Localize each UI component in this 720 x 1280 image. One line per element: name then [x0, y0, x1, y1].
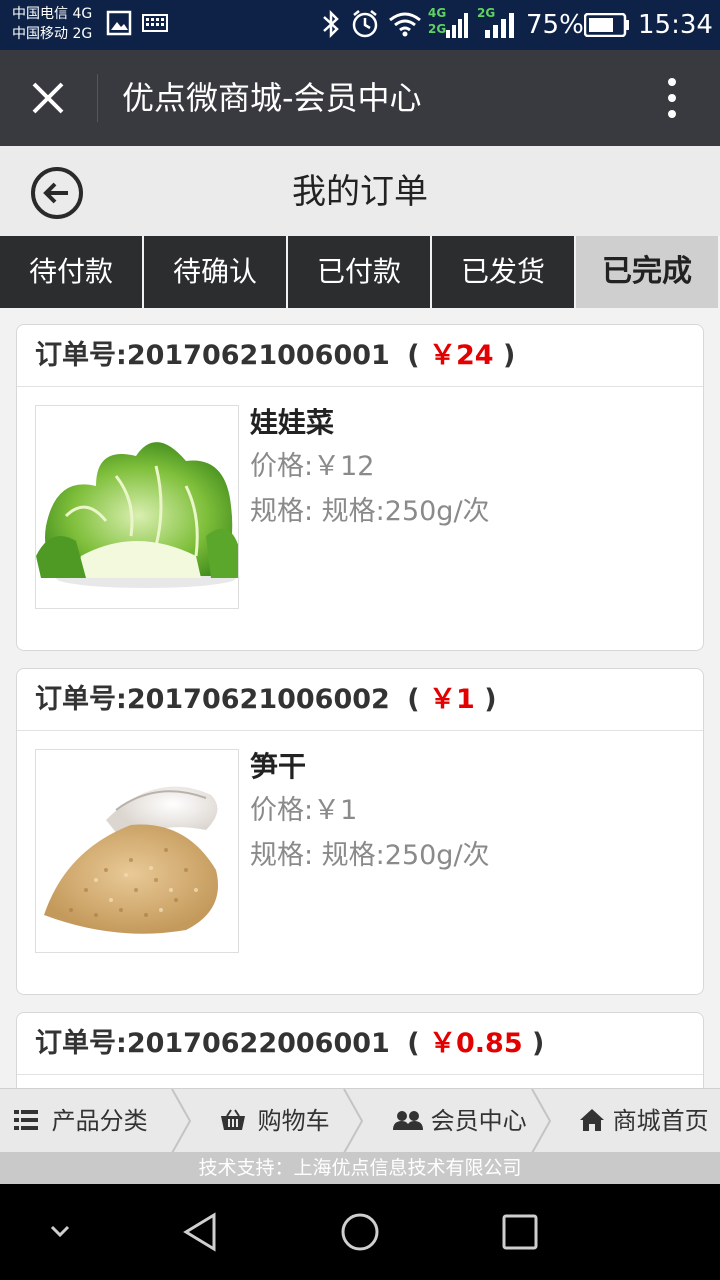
nav-label: 商城首页 [612, 1107, 709, 1135]
footer-credit: 技术支持：上海优点信息技术有限公司 [0, 1152, 720, 1184]
close-icon [24, 82, 72, 126]
item-price: 价格:￥1 [250, 795, 358, 826]
clock: 15:34 [638, 10, 713, 40]
paren-open: ( [407, 684, 420, 715]
paren-close: ) [532, 1028, 545, 1059]
net-2g-a: 2G [428, 22, 447, 36]
nav-separator [531, 1089, 552, 1153]
bottom-nav: 产品分类 购物车 会员中心 商城首页 [0, 1088, 720, 1153]
order-total: ￥24 [428, 340, 494, 371]
signal-icon [446, 12, 468, 42]
carrier-2: 中国移动 2G [12, 26, 93, 42]
order-total: ￥0.85 [428, 1028, 523, 1059]
order-card[interactable]: 订单号:20170621006002 ( ￥1 ) 笋干 价格:￥1 规格: 规… [16, 668, 704, 995]
net-4g: 4G [428, 6, 447, 20]
order-number-label: 订单号: [35, 684, 127, 715]
status-bar: 中国电信 4G 中国移动 2G 4G 2G 2G 75% 15:34 [0, 0, 720, 50]
page-title: 我的订单 [292, 172, 428, 212]
recents-nav-icon[interactable] [502, 1214, 538, 1254]
battery-percent: 75% [526, 10, 584, 40]
back-button[interactable] [30, 166, 84, 220]
image-icon [106, 10, 132, 40]
item-spec: 规格: 规格:250g/次 [250, 840, 490, 871]
order-header: 订单号:20170622006001 ( ￥0.85 ) [17, 1013, 703, 1075]
window-title: 优点微商城-会员中心 [122, 79, 422, 117]
nav-separator [343, 1089, 364, 1153]
battery-icon [583, 12, 630, 41]
order-card[interactable]: 订单号:20170621006001 ( ￥24 ) 娃娃菜 价格:￥12 规格… [16, 324, 704, 651]
tab-pending-payment[interactable]: 待付款 [0, 236, 142, 308]
order-header: 订单号:20170621006002 ( ￥1 ) [17, 669, 703, 731]
paren-close: ) [484, 684, 497, 715]
item-name[interactable]: 娃娃菜 [250, 405, 334, 441]
back-nav-icon[interactable] [182, 1212, 218, 1256]
home-icon [579, 1107, 613, 1135]
order-number: 20170622006001 [126, 1028, 390, 1059]
tab-paid[interactable]: 已付款 [288, 236, 430, 308]
dried-bamboo-shoot-image[interactable] [35, 749, 239, 953]
tab-completed[interactable]: 已完成 [576, 236, 718, 308]
tab-pending-confirm[interactable]: 待确认 [144, 236, 286, 308]
users-icon [393, 1107, 431, 1135]
order-number: 20170621006001 [126, 340, 390, 371]
signal-icon-2 [485, 12, 515, 42]
baby-cabbage-image[interactable] [35, 405, 239, 609]
item-price: 价格:￥12 [250, 451, 375, 482]
carrier-1: 中国电信 4G [12, 6, 93, 22]
page-header: 我的订单 [0, 146, 720, 236]
close-button[interactable] [24, 74, 72, 122]
carrier-info: 中国电信 4G 中国移动 2G [12, 4, 92, 44]
paren-open: ( [407, 340, 420, 371]
nav-label: 会员中心 [430, 1107, 527, 1135]
order-number: 20170621006002 [126, 684, 390, 715]
title-divider [97, 74, 98, 122]
back-arrow-icon [30, 167, 84, 224]
tab-shipped[interactable]: 已发货 [432, 236, 574, 308]
more-menu-button[interactable] [650, 74, 694, 122]
alarm-icon [351, 9, 379, 43]
title-bar: 优点微商城-会员中心 [0, 50, 720, 146]
nav-product-categories[interactable]: 产品分类 [14, 1089, 148, 1153]
paren-close: ) [502, 340, 516, 371]
hide-keyboard-icon[interactable] [48, 1224, 72, 1244]
list-icon [14, 1107, 46, 1135]
order-status-tabs: 待付款 待确认 已付款 已发货 已完成 [0, 236, 720, 308]
nav-label: 产品分类 [51, 1107, 148, 1135]
nav-member-center[interactable]: 会员中心 [393, 1089, 527, 1153]
order-number-label: 订单号: [35, 340, 127, 371]
home-nav-icon[interactable] [340, 1212, 380, 1256]
more-vert-icon [650, 78, 694, 126]
order-number-label: 订单号: [35, 1028, 127, 1059]
nav-label: 购物车 [257, 1107, 330, 1135]
nav-cart[interactable]: 购物车 [220, 1089, 330, 1153]
bluetooth-icon [320, 8, 342, 44]
keyboard-icon [142, 13, 168, 37]
order-header: 订单号:20170621006001 ( ￥24 ) [17, 325, 703, 387]
nav-separator [171, 1089, 192, 1153]
item-name[interactable]: 笋干 [250, 749, 306, 785]
item-spec: 规格: 规格:250g/次 [250, 496, 490, 527]
nav-store-home[interactable]: 商城首页 [579, 1089, 709, 1153]
paren-open: ( [407, 1028, 420, 1059]
order-total: ￥1 [428, 684, 475, 715]
system-nav-bar [0, 1184, 720, 1280]
basket-icon [220, 1107, 254, 1135]
wifi-icon [388, 11, 422, 41]
